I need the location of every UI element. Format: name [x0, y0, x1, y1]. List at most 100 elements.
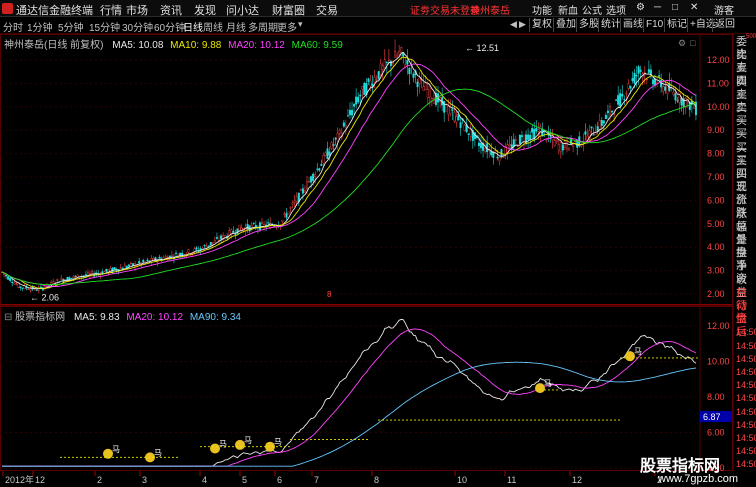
menu-market[interactable]: 市场	[126, 2, 148, 18]
mark-button[interactable]: 标记	[664, 18, 689, 32]
quote-item[interactable]: 14:50	[736, 340, 756, 353]
main-y-tick: 6.00	[707, 195, 725, 205]
menu-options[interactable]: 选项	[606, 2, 626, 17]
indicator-name[interactable]: 股票指标网	[15, 312, 65, 323]
sub-panel-title: ⊟ 股票指标网 MA5: 9.83 MA20: 10.12 MA90: 9.34	[4, 308, 241, 323]
overlay-button[interactable]: 叠加	[553, 18, 578, 32]
panel-settings-icon[interactable]: ⚙	[678, 38, 686, 49]
close-icon[interactable]: ✕	[690, 2, 698, 13]
candle-body	[19, 286, 22, 289]
candle-body	[672, 92, 675, 95]
more-dropdown-icon[interactable]: ▾	[298, 19, 308, 31]
ma10-line	[1, 56, 697, 289]
x-tick-label: 2	[97, 475, 102, 485]
candle-body	[637, 66, 640, 74]
menu-discover[interactable]: 发现	[194, 2, 216, 18]
candle-body	[207, 245, 210, 247]
x-tick-label: 3	[142, 475, 147, 485]
kline-chart[interactable]: 12.00 11.00 10.00 9.00 8.00 7.00 6.00 5.00 4.00 3…	[0, 34, 733, 487]
candle-body	[74, 275, 77, 277]
indicator-collapse-icon[interactable]: ⊟	[4, 312, 12, 323]
candle-body	[287, 211, 290, 215]
quote-item[interactable]: 14:50	[736, 406, 756, 419]
settings-icon[interactable]: ⚙	[636, 2, 645, 13]
tab-more[interactable]: 更多	[277, 19, 297, 34]
scroll-right-icon[interactable]: ▶	[519, 19, 529, 31]
adjust-button[interactable]: 复权	[529, 18, 554, 32]
horse-label: 马	[544, 379, 552, 388]
candle-body	[260, 222, 263, 224]
candle-body	[338, 129, 341, 134]
current-value-label: 6.87	[703, 412, 721, 422]
candle-body	[574, 140, 577, 142]
candle-body	[303, 190, 306, 193]
candle-body	[621, 93, 624, 97]
stock-name-link[interactable]: 神州泰岳	[470, 2, 510, 17]
tab-60min[interactable]: 60分钟	[154, 19, 185, 34]
minimize-icon[interactable]: ─	[654, 2, 661, 13]
menu-news[interactable]: 资讯	[160, 2, 182, 18]
menu-ask[interactable]: 问小达	[226, 2, 259, 18]
menu-trade[interactable]: 交易	[316, 2, 338, 18]
candle-body	[400, 47, 403, 53]
ma60-value: MA60: 9.59	[291, 40, 343, 51]
candle-body	[344, 125, 347, 128]
tab-multi-period[interactable]: 多周期	[248, 19, 278, 34]
candle-body	[676, 100, 679, 102]
chart-area[interactable]: 12.00 11.00 10.00 9.00 8.00 7.00 6.00 5.00 4.00 3…	[0, 34, 733, 487]
candle-body	[324, 152, 327, 156]
candle-body	[611, 110, 614, 113]
maximize-icon[interactable]: □	[672, 2, 678, 13]
candle-body	[113, 267, 116, 270]
tab-30min[interactable]: 30分钟	[122, 19, 153, 34]
tab-intraday[interactable]: 分时	[3, 19, 23, 34]
tab-daily[interactable]: 日线	[183, 19, 203, 34]
tab-5min[interactable]: 5分钟	[58, 19, 84, 34]
ma20-value: MA20: 10.12	[228, 40, 285, 51]
quote-item[interactable]: 14:50	[736, 353, 756, 366]
menu-wealth[interactable]: 财富圈	[272, 2, 305, 18]
tab-15min[interactable]: 15分钟	[89, 19, 120, 34]
sub-indicator-lines	[2, 318, 697, 467]
x-tick-label: 10	[457, 475, 467, 485]
guest-label[interactable]: 游客	[714, 2, 734, 17]
quote-item[interactable]: 14:50	[736, 392, 756, 405]
quote-item[interactable]: 14:50	[736, 432, 756, 445]
tab-1min[interactable]: 1分钟	[27, 19, 53, 34]
candle-body	[664, 86, 667, 91]
candle-body	[9, 277, 12, 281]
menu-bar: 通达信金融终端 行情 市场 资讯 发现 问小达 财富圈 交易 证劵交易未登录 神…	[0, 0, 756, 17]
x-axis: 2012年 12 2 3 4 5 6 7 8 10 11 12 2	[2, 471, 662, 485]
menu-formula[interactable]: 公式	[582, 2, 602, 17]
menu-functions[interactable]: 功能	[532, 2, 552, 17]
quote-item[interactable]: 14:50	[736, 419, 756, 432]
panel-expand-icon[interactable]: □	[690, 38, 695, 48]
quote-item[interactable]: 14:50	[736, 326, 756, 339]
quote-item[interactable]: 14:50	[736, 379, 756, 392]
candle-body	[379, 63, 382, 75]
candle-body	[633, 72, 636, 84]
main-panel-title: 神州泰岳(日线 前复权) MA5: 10.08 MA10: 9.88 MA20:…	[4, 36, 343, 51]
quote-item[interactable]: 14:50	[736, 366, 756, 379]
candle-body	[498, 157, 501, 162]
f10-button[interactable]: F10	[643, 18, 665, 32]
candlesticks	[1, 39, 697, 294]
sub-ma5-line	[2, 318, 697, 467]
back-button[interactable]: 返回	[712, 18, 737, 32]
draw-line-button[interactable]: 画线	[620, 18, 645, 32]
tab-weekly[interactable]: 周线	[203, 19, 223, 34]
candle-body	[469, 129, 472, 137]
menu-quotes[interactable]: 行情	[100, 2, 122, 18]
quote-side-panel: 500 委比 卖五 卖四 卖三 卖二 卖一 买一 买二 买三 买四 买五 现价 涨跌 涨幅 总量 外盘 换手 净资…	[733, 34, 756, 487]
watermark-url: www.7gpzb.com	[658, 473, 739, 485]
candle-body	[342, 122, 345, 127]
candle-body	[572, 144, 575, 147]
candle-body	[5, 274, 8, 277]
menu-new[interactable]: 新血	[558, 2, 578, 17]
main-ma-lines: ← 12.51 ← 2.06 8	[1, 43, 697, 303]
candle-body	[138, 261, 141, 264]
sub-y-tick: 12.00	[707, 321, 730, 331]
horse-label: 马	[634, 347, 642, 356]
tab-monthly[interactable]: 月线	[226, 19, 246, 34]
candle-body	[658, 75, 661, 77]
